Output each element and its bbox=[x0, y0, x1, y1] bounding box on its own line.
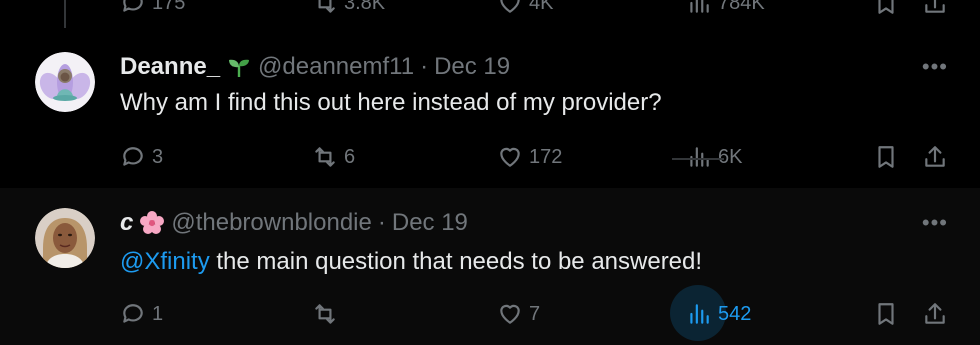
avatar-image bbox=[35, 208, 95, 268]
views-button[interactable]: 542 bbox=[686, 297, 751, 331]
tweet-text: @Xfinity the main question that needs to… bbox=[120, 248, 702, 276]
views-count: 6K bbox=[718, 145, 743, 168]
cherry-blossom-icon bbox=[139, 210, 165, 236]
repost-icon bbox=[318, 0, 335, 13]
like-count: 7 bbox=[529, 302, 541, 325]
display-name[interactable]: c bbox=[120, 209, 133, 237]
more-options-icon[interactable]: ••• bbox=[922, 54, 948, 80]
views-icon bbox=[690, 304, 709, 324]
share-icon bbox=[925, 303, 945, 324]
like-button[interactable]: 172 bbox=[497, 140, 562, 174]
repost-button[interactable] bbox=[312, 297, 344, 331]
avatar[interactable] bbox=[35, 52, 95, 112]
user-handle[interactable]: @deannemf11 bbox=[258, 53, 414, 81]
avatar-image bbox=[35, 52, 95, 112]
mention-link[interactable]: @Xfinity bbox=[120, 248, 210, 275]
tweet-text-body: the main question that needs to be answe… bbox=[209, 248, 703, 275]
like-button[interactable]: 7 bbox=[497, 297, 540, 331]
user-handle[interactable]: @thebrownblondie bbox=[171, 209, 372, 237]
share-icon bbox=[925, 0, 945, 13]
share-button[interactable] bbox=[922, 140, 948, 174]
bookmark-button[interactable] bbox=[873, 297, 899, 331]
views-button[interactable]: 6K bbox=[686, 140, 742, 174]
tweet-actions: 3 6 172 6K bbox=[0, 140, 980, 174]
like-count: 4K bbox=[529, 0, 554, 14]
bookmark-button[interactable] bbox=[873, 140, 899, 174]
share-button[interactable] bbox=[922, 297, 948, 331]
views-icon bbox=[690, 147, 709, 167]
heart-icon bbox=[500, 0, 520, 13]
repost-count: 3.8K bbox=[344, 0, 386, 14]
bookmark-icon bbox=[878, 0, 894, 14]
share-button[interactable] bbox=[922, 0, 948, 20]
repost-icon bbox=[315, 147, 335, 167]
like-button[interactable]: 4K bbox=[497, 0, 553, 20]
repost-count: 6 bbox=[344, 145, 356, 168]
reply-count: 3 bbox=[152, 145, 164, 168]
more-options-icon[interactable]: ••• bbox=[922, 210, 948, 236]
bookmark-button[interactable] bbox=[873, 0, 899, 20]
tweet-header: Deanne_ @deannemf11 · Dec 19 bbox=[120, 53, 510, 81]
previous-tweet-actions: 175 3.8K 4K 784K bbox=[0, 0, 980, 14]
tweet-text: Why am I find this out here instead of m… bbox=[120, 89, 662, 116]
reply-button[interactable]: 175 bbox=[120, 0, 185, 20]
display-name[interactable]: Deanne_ bbox=[120, 53, 220, 81]
bookmark-icon bbox=[878, 146, 894, 168]
tweet-header: c @thebrownblondie · Dec 19 bbox=[120, 209, 468, 237]
separator-dot: · bbox=[377, 209, 386, 236]
reply-count: 175 bbox=[152, 0, 186, 14]
reply-button[interactable]: 3 bbox=[120, 140, 163, 174]
views-count: 784K bbox=[718, 0, 765, 14]
seedling-icon bbox=[226, 54, 252, 80]
tweet-actions: 1 7 542 bbox=[0, 285, 980, 341]
tweet-date[interactable]: Dec 19 bbox=[434, 53, 510, 81]
avatar[interactable] bbox=[35, 208, 95, 268]
heart-icon bbox=[500, 304, 520, 324]
reply-icon bbox=[123, 147, 143, 166]
reply-count: 1 bbox=[152, 302, 164, 325]
tweet[interactable]: c @thebrownblondie · Dec 19 ••• @Xfinity… bbox=[0, 188, 980, 345]
like-count: 172 bbox=[529, 145, 563, 168]
views-underline bbox=[672, 158, 724, 160]
tweet-date[interactable]: Dec 19 bbox=[392, 209, 468, 237]
reply-icon bbox=[123, 304, 143, 323]
views-count: 542 bbox=[718, 302, 752, 325]
bookmark-icon bbox=[878, 303, 894, 325]
reply-button[interactable]: 1 bbox=[120, 297, 163, 331]
separator-dot: · bbox=[420, 53, 429, 80]
tweet[interactable]: Deanne_ @deannemf11 · Dec 19 ••• Why am … bbox=[0, 28, 980, 188]
reply-icon bbox=[123, 0, 143, 12]
repost-button[interactable]: 3.8K bbox=[312, 0, 385, 20]
views-icon bbox=[690, 0, 709, 13]
views-button[interactable]: 784K bbox=[686, 0, 765, 20]
repost-button[interactable]: 6 bbox=[312, 140, 355, 174]
heart-icon bbox=[500, 147, 520, 167]
share-icon bbox=[925, 146, 945, 167]
repost-icon bbox=[315, 304, 335, 324]
